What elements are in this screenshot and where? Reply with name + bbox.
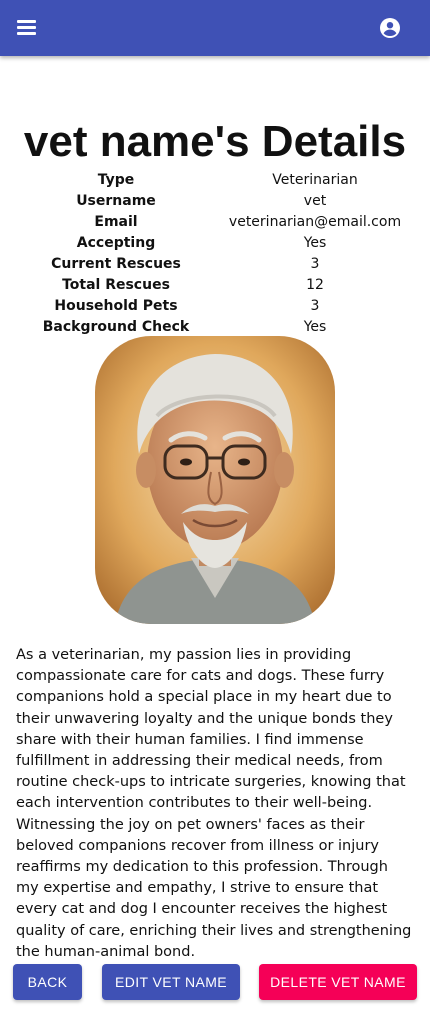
detail-label: Username <box>76 193 156 209</box>
detail-value: Yes <box>303 319 327 335</box>
detail-value: 12 <box>306 277 324 293</box>
detail-value: Yes <box>303 235 327 251</box>
page-title: vet name's Details <box>23 117 407 166</box>
menu-icon[interactable] <box>15 16 41 40</box>
detail-value: vet <box>303 193 327 209</box>
detail-value: 3 <box>310 256 320 272</box>
detail-row-total-rescues: Total Rescues 12 <box>0 275 430 296</box>
detail-row-username: Username vet <box>0 191 430 212</box>
detail-label: Current Rescues <box>51 256 181 272</box>
account-circle-icon[interactable] <box>378 16 402 40</box>
detail-label: Total Rescues <box>62 277 170 293</box>
detail-value: 3 <box>310 298 320 314</box>
back-button[interactable]: BACK <box>13 964 82 1000</box>
detail-label: Email <box>94 214 138 230</box>
detail-label: Household Pets <box>54 298 178 314</box>
detail-row-accepting: Accepting Yes <box>0 233 430 254</box>
vet-bio: As a veterinarian, my passion lies in pr… <box>16 647 412 960</box>
vet-profile-photo <box>95 336 335 624</box>
detail-value: veterinarian@email.com <box>228 214 402 230</box>
detail-label: Accepting <box>76 235 156 251</box>
detail-label: Type <box>97 172 135 188</box>
delete-vet-button[interactable]: DELETE VET NAME <box>259 964 417 1000</box>
detail-row-email: Email veterinarian@email.com <box>0 212 430 233</box>
detail-row-household-pets: Household Pets 3 <box>0 296 430 317</box>
detail-label: Background Check <box>42 319 190 335</box>
edit-vet-button[interactable]: EDIT VET NAME <box>102 964 240 1000</box>
detail-row-background-check: Background Check Yes <box>0 317 430 338</box>
detail-value: Veterinarian <box>272 172 358 188</box>
detail-row-current-rescues: Current Rescues 3 <box>0 254 430 275</box>
app-bar <box>0 0 430 56</box>
detail-row-type: Type Veterinarian <box>0 170 430 191</box>
details-table: Type Veterinarian Username vet Email vet… <box>0 170 430 338</box>
